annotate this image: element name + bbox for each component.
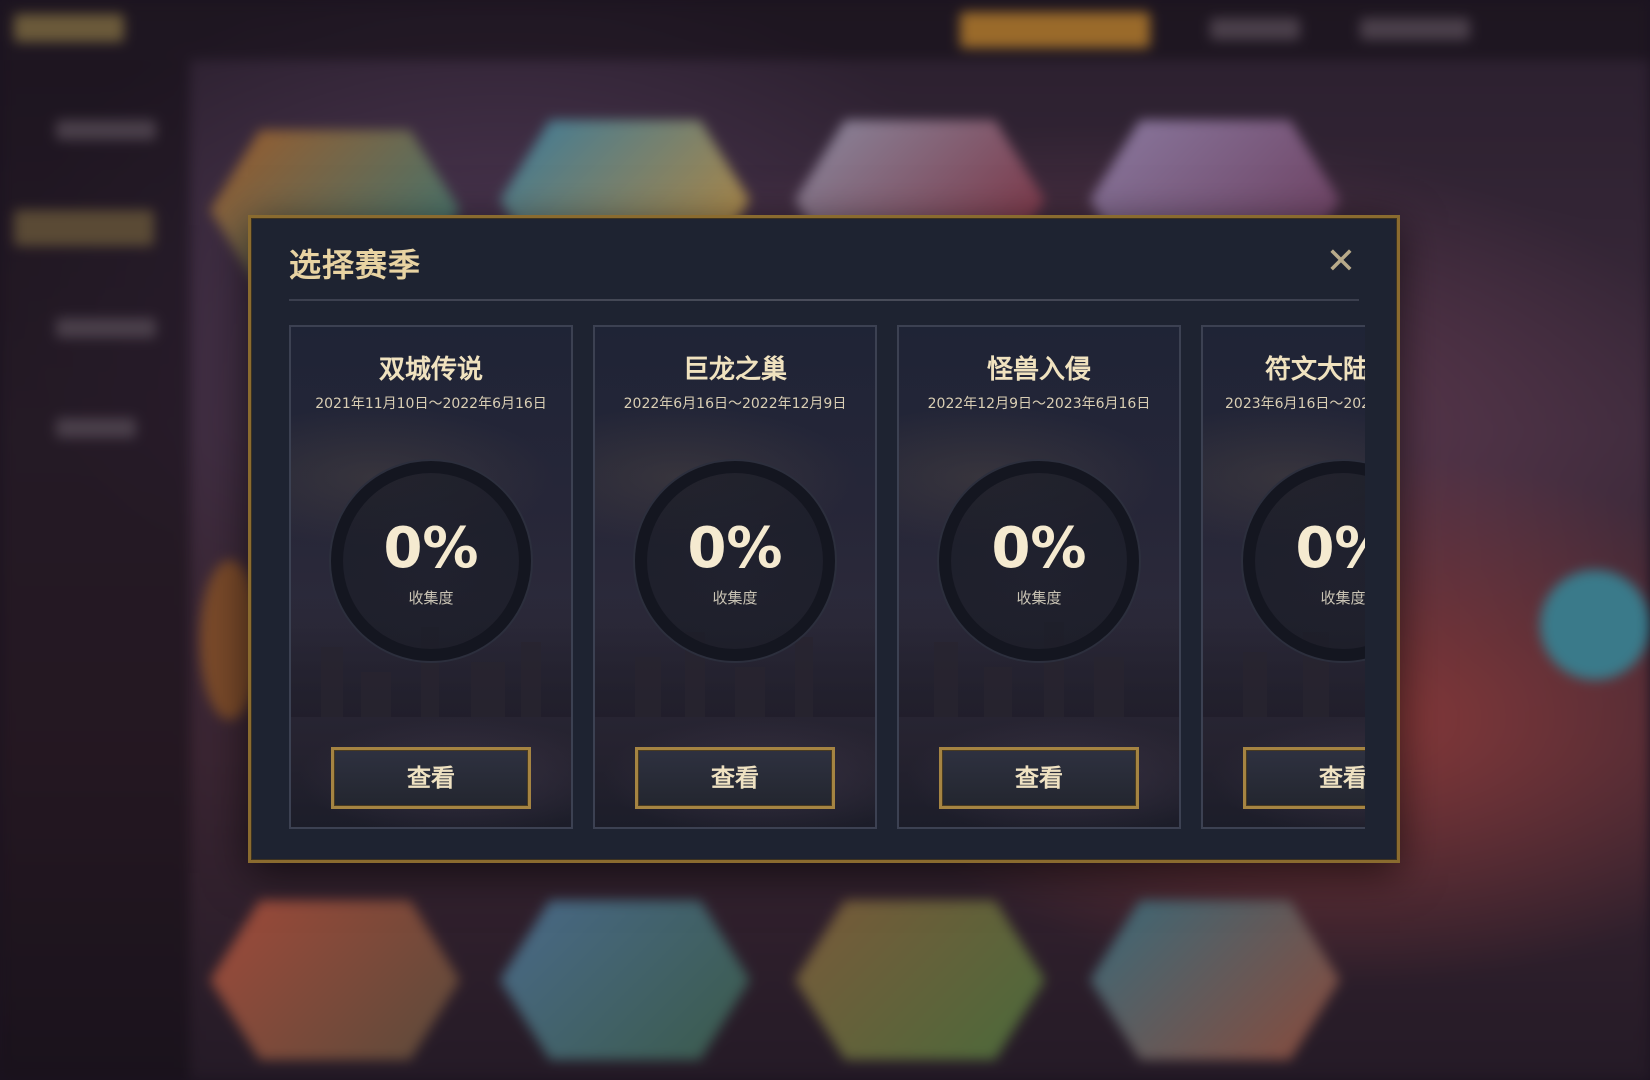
blurred-card bbox=[210, 900, 460, 1060]
season-card: 符文大陆 2023年6月16日～202 0% 收集度 查看 bbox=[1201, 325, 1365, 829]
dialog-title: 选择赛季 bbox=[289, 246, 422, 284]
season-dates: 2023年6月16日～202 bbox=[1225, 396, 1365, 412]
blurred-top-button bbox=[960, 12, 1150, 48]
collection-progress-ring: 0% 收集度 bbox=[939, 461, 1139, 661]
season-dates: 2021年11月10日～2022年6月16日 bbox=[315, 396, 547, 412]
season-card: 怪兽入侵 2022年12月9日～2023年6月16日 0% 收集度 查看 bbox=[897, 325, 1181, 829]
season-dates: 2022年6月16日～2022年12月9日 bbox=[623, 396, 847, 412]
season-dates: 2022年12月9日～2023年6月16日 bbox=[927, 396, 1151, 412]
collection-progress-ring: 0% 收集度 bbox=[635, 461, 835, 661]
collection-percent: 0% bbox=[991, 516, 1087, 581]
blurred-sidebar-item bbox=[56, 120, 156, 140]
collection-progress-ring: 0% 收集度 bbox=[331, 461, 531, 661]
collection-percent: 0% bbox=[1295, 516, 1365, 581]
blurred-sidebar-item bbox=[56, 418, 136, 438]
collection-label: 收集度 bbox=[408, 589, 454, 607]
collection-percent: 0% bbox=[687, 516, 783, 581]
collection-label: 收集度 bbox=[712, 589, 758, 607]
collection-label: 收集度 bbox=[1016, 589, 1062, 607]
season-name: 怪兽入侵 bbox=[986, 355, 1091, 385]
title-divider bbox=[289, 299, 1359, 301]
collection-label: 收集度 bbox=[1320, 589, 1365, 607]
blurred-card bbox=[500, 900, 750, 1060]
season-cards-list[interactable]: 双城传说 2021年11月10日～2022年6月16日 0% 收集度 查看 巨龙… bbox=[289, 325, 1365, 833]
blurred-round-button bbox=[1540, 570, 1650, 680]
blurred-card bbox=[795, 900, 1045, 1060]
blurred-card bbox=[1090, 900, 1340, 1060]
view-button[interactable]: 查看 bbox=[331, 747, 531, 809]
view-button[interactable]: 查看 bbox=[939, 747, 1139, 809]
season-name: 符文大陆 bbox=[1265, 355, 1365, 385]
view-button[interactable]: 查看 bbox=[635, 747, 835, 809]
blurred-sidebar-item-active bbox=[14, 210, 154, 246]
collection-percent: 0% bbox=[383, 516, 479, 581]
blurred-top-item bbox=[1360, 18, 1470, 40]
season-card: 双城传说 2021年11月10日～2022年6月16日 0% 收集度 查看 bbox=[289, 325, 573, 829]
select-season-dialog: 选择赛季 ✕ 双城传说 2021年11月10日～2022年6月16日 0% 收集… bbox=[248, 215, 1400, 863]
season-card: 巨龙之巢 2022年6月16日～2022年12月9日 0% 收集度 查看 bbox=[593, 325, 877, 829]
close-icon[interactable]: ✕ bbox=[1321, 242, 1361, 282]
season-name: 巨龙之巢 bbox=[682, 355, 787, 385]
blurred-sidebar-item bbox=[56, 318, 156, 338]
blurred-top-item bbox=[1210, 18, 1300, 40]
blurred-logo bbox=[14, 14, 124, 42]
season-name: 双城传说 bbox=[378, 355, 483, 385]
view-button[interactable]: 查看 bbox=[1243, 747, 1365, 809]
